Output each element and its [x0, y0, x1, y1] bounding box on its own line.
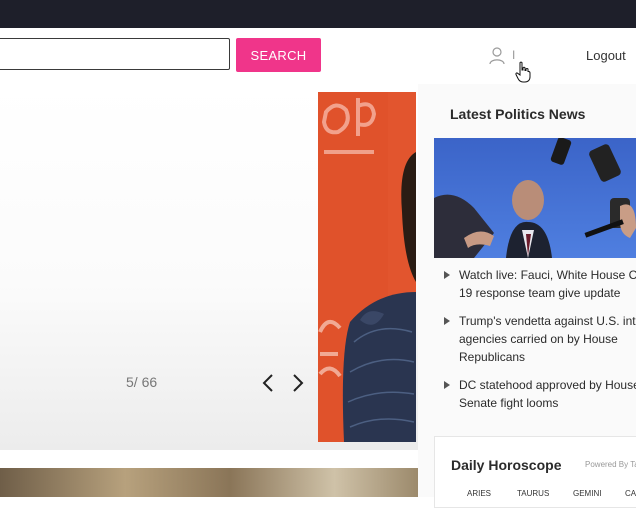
triangle-right-icon: [444, 317, 450, 325]
user-icon[interactable]: [489, 47, 505, 65]
news-headline-line: DC statehood approved by House: [459, 378, 636, 392]
news-headline-line: 19 response team give update: [459, 286, 621, 300]
news-item[interactable]: DC statehood approved by House Senate fi…: [444, 376, 636, 412]
powered-by-label: Powered By Ta: [585, 460, 636, 469]
politics-news-list: Watch live: Fauci, White House CC 19 res…: [444, 266, 636, 422]
slide-counter: 5/ 66: [126, 374, 158, 390]
horoscope-title: Daily Horoscope: [451, 457, 562, 473]
news-headline-line: Senate fight looms: [459, 396, 559, 410]
news-headline-line: agencies carried on by House: [459, 332, 618, 346]
triangle-right-icon: [444, 271, 450, 279]
news-headline-line: Watch live: Fauci, White House CC: [459, 268, 636, 282]
news-item[interactable]: Watch live: Fauci, White House CC 19 res…: [444, 266, 636, 302]
next-content-image[interactable]: [0, 468, 418, 497]
photo-gallery: 5/ 66: [0, 84, 418, 450]
news-headline-line: Trump's vendetta against U.S. intell: [459, 314, 636, 328]
news-item[interactable]: Trump's vendetta against U.S. intell age…: [444, 312, 636, 366]
user-name[interactable]: I: [512, 48, 515, 62]
site-header: SEARCH I Logout: [0, 28, 636, 84]
slide-photo[interactable]: [318, 92, 416, 442]
search-input[interactable]: [0, 38, 230, 70]
logout-link[interactable]: Logout: [586, 48, 626, 63]
chevron-left-icon[interactable]: [260, 372, 276, 394]
politics-news-title: Latest Politics News: [450, 106, 586, 122]
hand-pointer-icon: [515, 61, 531, 83]
browser-top-bar: [0, 0, 636, 28]
politics-news-photo[interactable]: [434, 138, 636, 258]
chevron-right-icon[interactable]: [290, 372, 306, 394]
triangle-right-icon: [444, 381, 450, 389]
search-button[interactable]: SEARCH: [236, 38, 321, 72]
sidebar: Latest Politics News Watch live: Fauci, …: [418, 84, 636, 508]
news-headline-line: Republicans: [459, 350, 526, 364]
horoscope-widget: Daily Horoscope Powered By Ta ARIES TAUR…: [434, 436, 636, 508]
